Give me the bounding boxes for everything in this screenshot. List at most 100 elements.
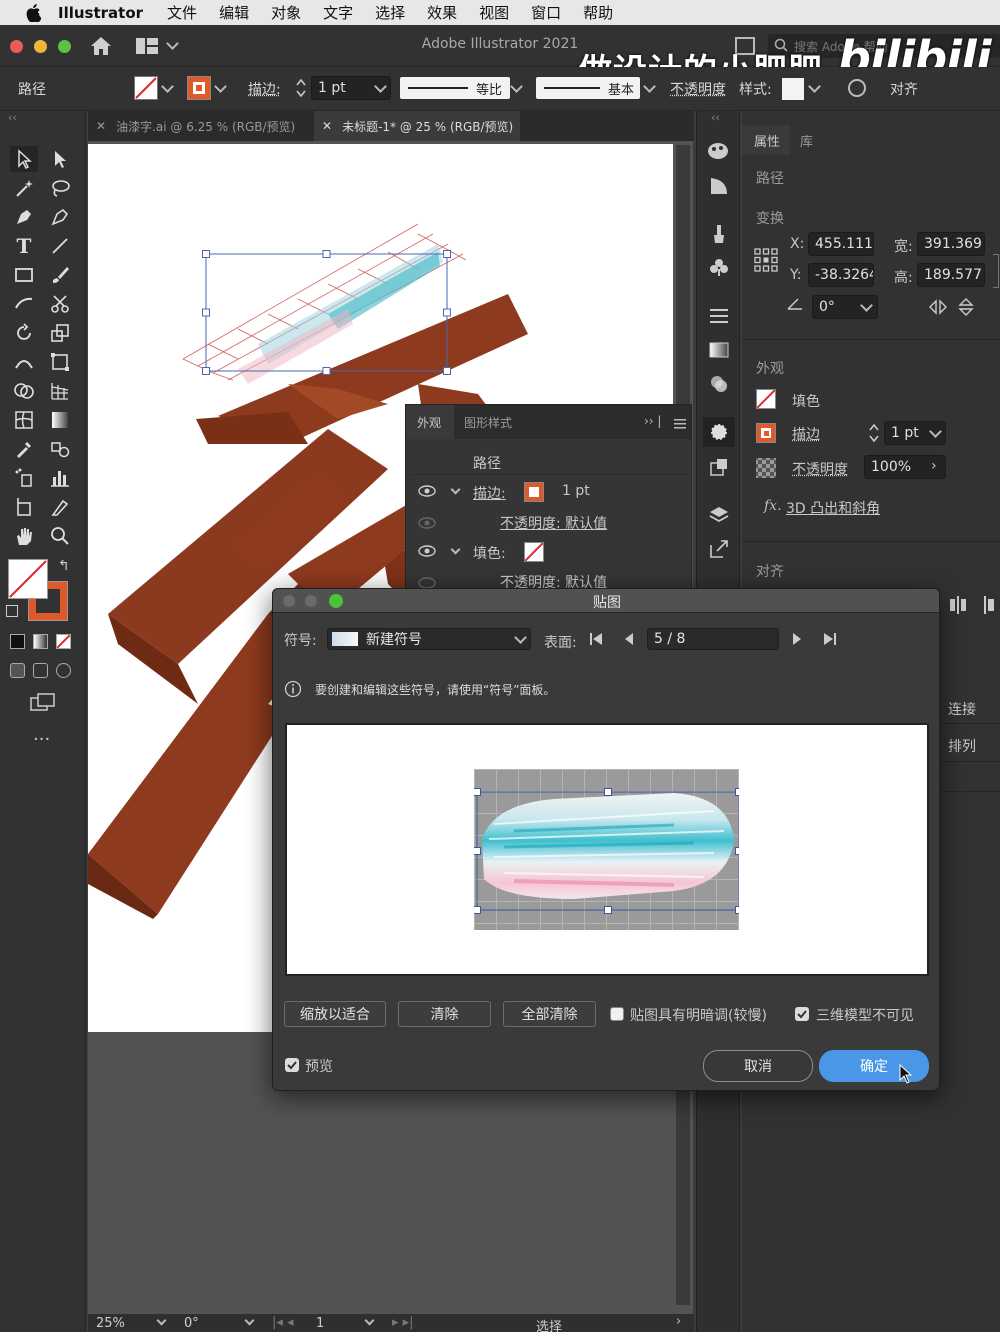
appearance-fill-label[interactable]: 填色:: [473, 543, 506, 563]
more-tools-icon[interactable]: ···: [33, 729, 50, 750]
preview-checkbox[interactable]: [285, 1058, 299, 1072]
invisible-geometry-checkbox[interactable]: [795, 1007, 809, 1021]
draw-normal-icon[interactable]: [10, 663, 25, 678]
eyedropper-tool-icon[interactable]: [10, 436, 38, 462]
props-opacity-label[interactable]: 不透明度: [792, 459, 848, 479]
tab-oil-paint-doc[interactable]: ✕ 油漆字.ai @ 6.25 % (RGB/预览): [88, 111, 310, 141]
line-tool-icon[interactable]: [46, 233, 74, 259]
menu-edit[interactable]: 编辑: [219, 2, 249, 23]
scale-to-fit-button[interactable]: 缩放以适合: [284, 1001, 386, 1027]
appearance-stroke-swatch[interactable]: [524, 482, 544, 502]
close-icon[interactable]: ✕: [322, 119, 332, 133]
color-guide-icon[interactable]: [709, 176, 729, 200]
width-input[interactable]: 391.369: [917, 232, 985, 256]
props-stroke-label[interactable]: 描边: [792, 424, 820, 444]
color-mode-icon[interactable]: [10, 634, 25, 649]
panel-expand-icon[interactable]: ›› |: [644, 414, 661, 428]
x-input[interactable]: 455.111: [808, 232, 874, 256]
appearance-fill-swatch[interactable]: [524, 542, 544, 562]
hand-tool-icon[interactable]: [10, 523, 38, 549]
props-opacity-input[interactable]: 100% ›: [864, 455, 946, 479]
close-icon[interactable]: ✕: [96, 119, 106, 133]
graphic-styles-icon[interactable]: [709, 457, 729, 481]
menu-view[interactable]: 视图: [479, 2, 509, 23]
draw-inside-icon[interactable]: [56, 663, 71, 678]
clear-button[interactable]: 清除: [398, 1001, 491, 1027]
mesh-tool-icon[interactable]: [10, 407, 38, 433]
cancel-button[interactable]: 取消: [703, 1050, 813, 1082]
panel-menu-icon[interactable]: [674, 417, 686, 433]
align-icon[interactable]: [948, 595, 996, 619]
chevron-down-icon[interactable]: [245, 1316, 255, 1326]
symbol-sprayer-tool-icon[interactable]: [10, 465, 38, 491]
reference-point-icon[interactable]: [754, 248, 778, 276]
appearance-panel-icon[interactable]: [709, 422, 729, 446]
gradient-panel-icon[interactable]: [709, 341, 729, 363]
eye-icon[interactable]: [418, 485, 436, 501]
zoom-tool-icon[interactable]: [46, 523, 74, 549]
export-icon[interactable]: [709, 539, 729, 563]
rectangle-tool-icon[interactable]: [10, 262, 38, 288]
slice-tool-icon[interactable]: [46, 494, 74, 520]
magic-wand-tool-icon[interactable]: [10, 175, 38, 201]
height-input[interactable]: 189.577: [917, 263, 985, 287]
rotate-tool-icon[interactable]: [10, 320, 38, 346]
gradient-tool-icon[interactable]: [46, 407, 74, 433]
perspective-grid-tool-icon[interactable]: [46, 378, 74, 404]
gradient-mode-icon[interactable]: [33, 634, 48, 649]
surface-input[interactable]: 5 / 8: [647, 628, 779, 650]
selection-tool-icon[interactable]: [10, 146, 38, 172]
menu-object[interactable]: 对象: [271, 2, 301, 23]
chevron-down-icon[interactable]: [808, 80, 821, 93]
arrange-label[interactable]: 排列: [948, 736, 976, 756]
y-input[interactable]: -38.3264: [808, 263, 874, 287]
previous-surface-icon[interactable]: [623, 631, 635, 651]
stroke-label[interactable]: 描边:: [248, 79, 281, 99]
brush-definition-select[interactable]: 基本: [536, 77, 640, 99]
swap-fill-stroke-icon[interactable]: ↰: [58, 558, 70, 574]
variable-width-profile-select[interactable]: 等比: [400, 77, 510, 99]
style-swatch[interactable]: [782, 78, 804, 100]
pen-tool-icon[interactable]: [10, 204, 38, 230]
shaper-tool-icon[interactable]: [10, 291, 38, 317]
menu-window[interactable]: 窗口: [531, 2, 561, 23]
chevron-down-icon[interactable]: [510, 80, 523, 93]
blend-tool-icon[interactable]: [46, 436, 74, 462]
shade-artwork-checkbox[interactable]: [610, 1007, 624, 1021]
next-artboard-icon[interactable]: ▸ ▸|: [392, 1315, 414, 1330]
last-surface-icon[interactable]: [823, 631, 837, 651]
props-fx-3d-link[interactable]: 3D 凸出和斜角: [786, 498, 880, 518]
align-label[interactable]: 对齐: [890, 79, 918, 99]
stroke-panel-icon[interactable]: [709, 307, 729, 329]
props-stroke-swatch[interactable]: [756, 423, 776, 443]
appearance-path-row[interactable]: [412, 447, 687, 475]
chevron-down-icon[interactable]: [157, 1316, 167, 1326]
chevron-down-icon[interactable]: [643, 80, 656, 93]
stepper-icon[interactable]: [295, 77, 307, 103]
constrain-proportions-icon[interactable]: [993, 254, 999, 288]
first-artboard-icon[interactable]: |◂ ◂: [272, 1315, 294, 1330]
tab-untitled-doc[interactable]: ✕ 未标题-1* @ 25 % (RGB/预览): [314, 111, 520, 141]
width-tool-icon[interactable]: [10, 349, 38, 375]
appearance-stroke-label[interactable]: 描边:: [473, 483, 506, 503]
eye-icon[interactable]: [418, 545, 436, 561]
tab-graphic-styles[interactable]: 图形样式: [464, 414, 512, 431]
menu-effect[interactable]: 效果: [427, 2, 457, 23]
chevron-down-icon[interactable]: [365, 1316, 375, 1326]
chevron-down-icon[interactable]: [451, 545, 461, 555]
lasso-tool-icon[interactable]: [46, 175, 74, 201]
collapse-icon[interactable]: ‹‹: [8, 111, 17, 124]
scissors-tool-icon[interactable]: [46, 291, 74, 317]
fill-swatch[interactable]: [134, 76, 158, 100]
menu-help[interactable]: 帮助: [583, 2, 613, 23]
surface-preview[interactable]: [285, 723, 929, 976]
flip-horizontal-icon[interactable]: [928, 299, 948, 319]
symbol-artwork[interactable]: [474, 769, 739, 930]
opacity-label[interactable]: 不透明度: [670, 79, 726, 99]
brushes-icon[interactable]: [709, 223, 729, 249]
eye-icon[interactable]: [418, 517, 436, 533]
symbol-select[interactable]: 新建符号: [327, 628, 531, 650]
recolor-icon[interactable]: [847, 78, 867, 102]
column-graph-tool-icon[interactable]: [46, 465, 74, 491]
menu-select[interactable]: 选择: [375, 2, 405, 23]
